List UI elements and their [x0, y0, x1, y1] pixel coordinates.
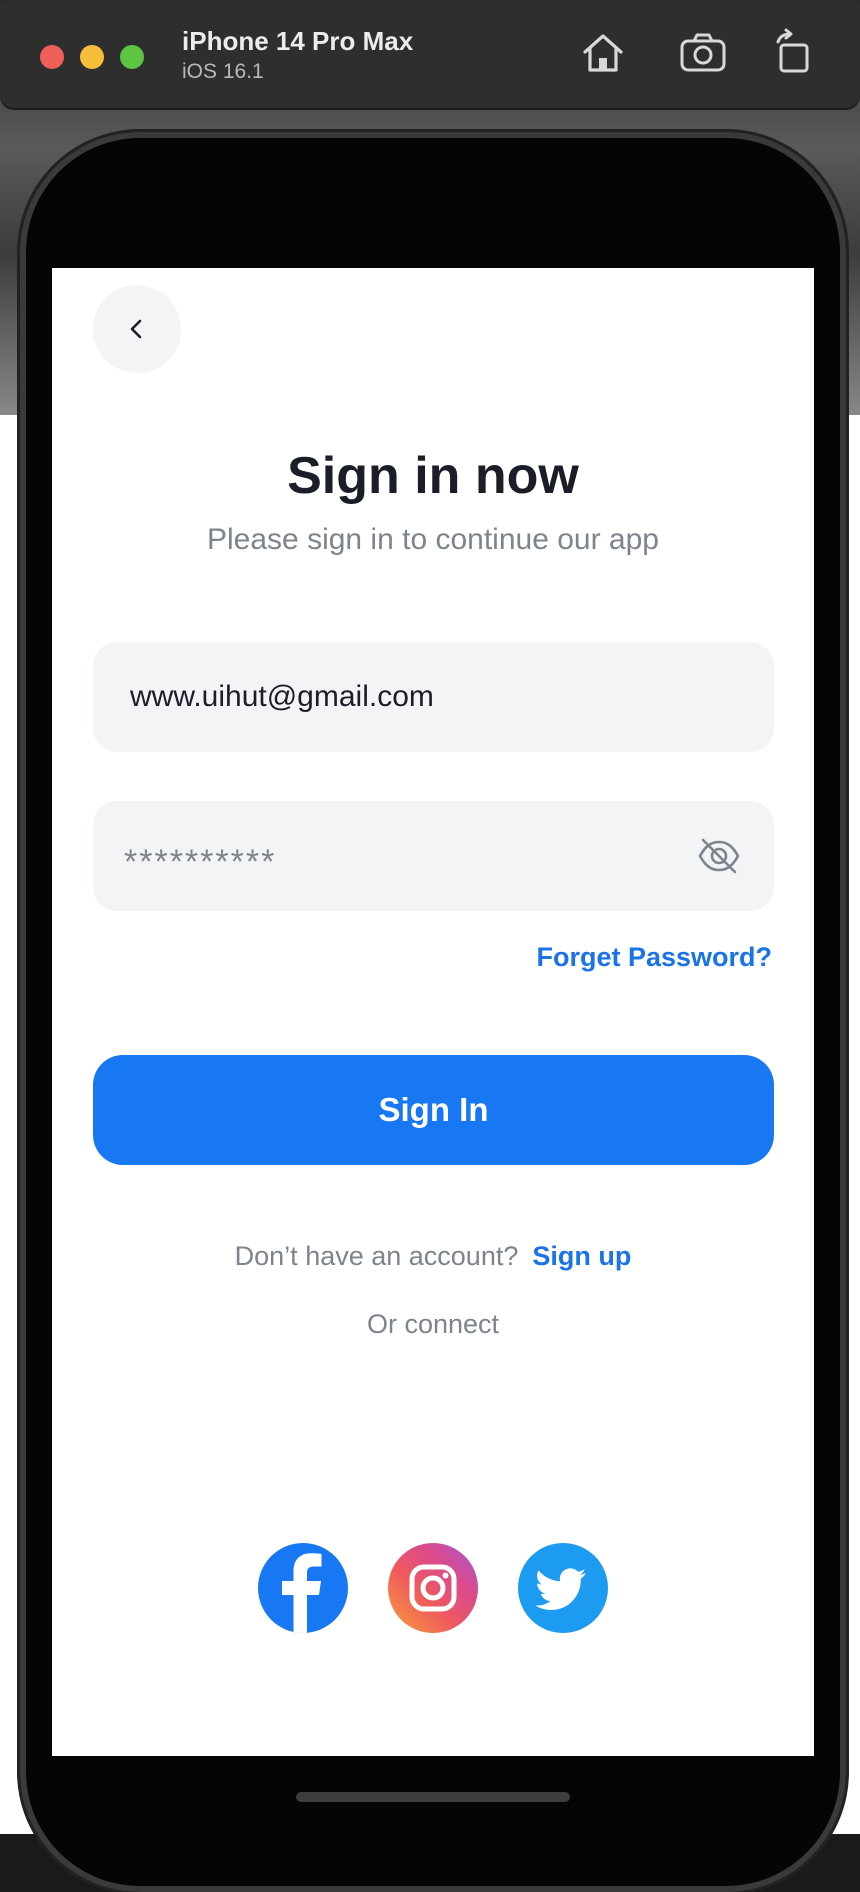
- signup-row: Don’t have an account? Sign up: [52, 1241, 814, 1272]
- or-connect-label: Or connect: [366, 1309, 500, 1339]
- zoom-window-button[interactable]: [120, 45, 144, 69]
- instagram-login-button[interactable]: [388, 1543, 478, 1633]
- page-title: Sign in now: [287, 447, 579, 505]
- instagram-icon: [409, 1564, 457, 1612]
- minimize-window-button[interactable]: [80, 45, 104, 69]
- chevron-left-icon: [130, 319, 142, 339]
- sign-up-link[interactable]: Sign up: [532, 1241, 631, 1271]
- twitter-icon: [535, 1568, 586, 1610]
- home-icon: [583, 34, 623, 72]
- device-name: iPhone 14 Pro Max: [182, 26, 414, 56]
- rotate-icon: [776, 28, 809, 73]
- email-value: www.uihut@gmail.com: [130, 680, 434, 713]
- password-value: **********: [124, 843, 277, 881]
- email-field[interactable]: www.uihut@gmail.com: [93, 642, 774, 752]
- eye-off-icon: [698, 838, 740, 874]
- home-button[interactable]: [578, 28, 628, 78]
- close-window-button[interactable]: [40, 45, 64, 69]
- forgot-password-link[interactable]: Forget Password?: [536, 942, 772, 973]
- back-button[interactable]: [93, 285, 181, 373]
- signin-screen: Sign in now Please sign in to continue o…: [52, 268, 814, 1756]
- signup-prompt: Don’t have an account?: [234, 1241, 519, 1271]
- twitter-login-button[interactable]: [518, 1543, 608, 1633]
- password-field[interactable]: **********: [93, 801, 774, 911]
- toggle-password-visibility-button[interactable]: [696, 833, 742, 879]
- terminal-text-left-edge: [0, 420, 22, 1834]
- screenshot-icon: [680, 33, 726, 72]
- page-subtitle: Please sign in to continue our app: [207, 523, 659, 556]
- screenshot-button[interactable]: [678, 28, 728, 78]
- facebook-icon: [282, 1553, 322, 1633]
- simulator-title-bar: iPhone 14 Pro Max iOS 16.1: [0, 0, 860, 108]
- home-indicator[interactable]: [296, 1792, 570, 1802]
- os-version: iOS 16.1: [182, 60, 264, 83]
- sign-in-button[interactable]: Sign In: [93, 1055, 774, 1165]
- rotate-button[interactable]: [768, 28, 818, 78]
- facebook-login-button[interactable]: [258, 1543, 348, 1633]
